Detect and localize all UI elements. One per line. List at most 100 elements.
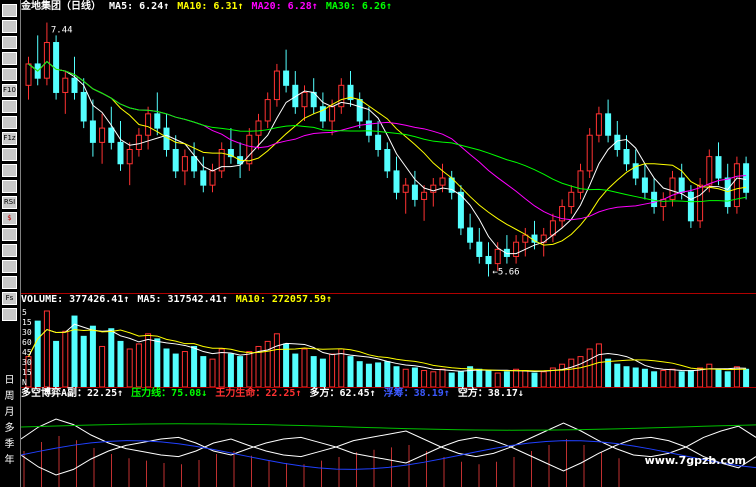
- candle-down: [411, 184, 418, 200]
- volume-axis-label: 15: [22, 368, 32, 377]
- volume-bar: [623, 366, 630, 387]
- volume-bar: [191, 345, 198, 387]
- candle-up: [660, 198, 667, 208]
- toolbar-button-18[interactable]: Fs: [2, 292, 17, 305]
- volume-bar: [476, 368, 483, 387]
- volume-bar: [209, 358, 216, 387]
- volume-bar: [522, 370, 529, 387]
- volume-bar: [559, 363, 566, 387]
- toolbar-button-9[interactable]: [2, 148, 17, 161]
- toolbar-button-5[interactable]: F10: [2, 84, 17, 97]
- toolbar-button-12[interactable]: RSI: [2, 196, 17, 209]
- vol-ma5-readout: MA5: 317542.41↑: [137, 294, 228, 305]
- toolbar-button-0[interactable]: [2, 4, 17, 17]
- candle-up: [62, 77, 69, 93]
- toolbar-button-10[interactable]: [2, 164, 17, 177]
- candle-up: [264, 99, 271, 122]
- high-price-label: 7.44: [51, 26, 73, 36]
- volume-bar: [641, 368, 648, 387]
- volume-bar: [126, 348, 133, 387]
- toolbar-button-21[interactable]: 周: [2, 390, 17, 403]
- volume-bar: [80, 335, 87, 387]
- candle-down: [641, 177, 648, 193]
- candle-down: [283, 70, 290, 86]
- toolbar-button-24[interactable]: 季: [2, 438, 17, 451]
- volume-bar: [319, 358, 326, 387]
- toolbar-button-8[interactable]: F1z: [2, 132, 17, 145]
- toolbar-button-6[interactable]: [2, 100, 17, 113]
- candle-up: [43, 42, 50, 79]
- candle-down: [678, 177, 685, 193]
- toolbar-button-15[interactable]: [2, 244, 17, 257]
- volume-bar: [117, 340, 124, 387]
- volume-bar: [310, 356, 317, 387]
- candle-up: [329, 106, 336, 122]
- volume-bar: [439, 368, 446, 387]
- pressure-line: [21, 423, 756, 431]
- volume-bar: [356, 361, 363, 387]
- bear-readout: 空方：38.17↓: [457, 388, 524, 399]
- indicator-chart[interactable]: [21, 401, 756, 487]
- toolbar-button-16[interactable]: [2, 260, 17, 273]
- volume-bar: [264, 340, 271, 387]
- price-chart[interactable]: 7.44 ←5.66: [21, 0, 756, 293]
- candle-down: [605, 113, 612, 136]
- candle-up: [549, 220, 556, 236]
- volume-bar: [678, 371, 685, 387]
- toolbar-button-7[interactable]: [2, 116, 17, 129]
- candle-down: [651, 191, 658, 208]
- volume-bar: [71, 315, 78, 387]
- toolbar-button-14[interactable]: [2, 228, 17, 241]
- volume-legend: VOLUME: 377426.41↑ MA5: 317542.41↑ MA10:…: [21, 294, 334, 306]
- chart-area: 金地集团（日线） MA5: 6.24↑ MA10: 6.31↑ MA20: 6.…: [21, 0, 756, 487]
- toolbar-button-4[interactable]: [2, 68, 17, 81]
- volume-axis-label: 45: [22, 348, 32, 357]
- candle-down: [80, 91, 87, 122]
- volume-bar: [154, 338, 161, 387]
- candle-up: [301, 91, 308, 108]
- candle-down: [384, 149, 391, 172]
- candle-up: [586, 134, 593, 172]
- volume-bar: [715, 368, 722, 387]
- candle-down: [172, 149, 179, 172]
- candle-down: [89, 120, 96, 143]
- candle-up: [513, 241, 520, 257]
- volume-bar: [384, 361, 391, 387]
- toolbar-button-13[interactable]: $: [2, 212, 17, 225]
- volume-bar: [237, 356, 244, 387]
- volume-chart[interactable]: 5153060453015N: [21, 307, 756, 387]
- candle-up: [733, 163, 740, 208]
- volume-bar: [347, 356, 354, 387]
- toolbar-button-17[interactable]: [2, 276, 17, 289]
- candle-up: [697, 184, 704, 222]
- candle-down: [365, 120, 372, 136]
- volume-bar: [411, 367, 418, 387]
- float-readout: 浮筹：38.19↑: [383, 388, 450, 399]
- volume-axis-label: 30: [22, 358, 32, 367]
- candle-up: [255, 120, 262, 136]
- volume-bar: [273, 333, 280, 387]
- candle-up: [706, 156, 713, 186]
- toolbar-button-23[interactable]: 多: [2, 422, 17, 435]
- toolbar-button-1[interactable]: [2, 20, 17, 33]
- toolbar-button-25[interactable]: 年: [2, 454, 17, 467]
- volume-bar: [485, 370, 492, 387]
- volume-axis-label: 15: [22, 318, 32, 327]
- toolbar-button-2[interactable]: [2, 36, 17, 49]
- candle-down: [715, 156, 722, 179]
- candle-down: [393, 170, 400, 193]
- toolbar-button-19[interactable]: [2, 308, 17, 321]
- volume-bar: [62, 330, 69, 387]
- toolbar-button-11[interactable]: [2, 180, 17, 193]
- toolbar-button-22[interactable]: 月: [2, 406, 17, 419]
- vol-ma10-readout: MA10: 272057.59↑: [235, 294, 333, 305]
- volume-bar: [743, 368, 750, 387]
- candle-up: [99, 127, 106, 143]
- volume-bar: [651, 371, 658, 387]
- volume-bar: [494, 372, 501, 387]
- volume-bar: [660, 370, 667, 387]
- toolbar-button-20[interactable]: 日: [2, 374, 17, 387]
- candle-down: [623, 149, 630, 165]
- volume-bar: [697, 367, 704, 387]
- toolbar-button-3[interactable]: [2, 52, 17, 65]
